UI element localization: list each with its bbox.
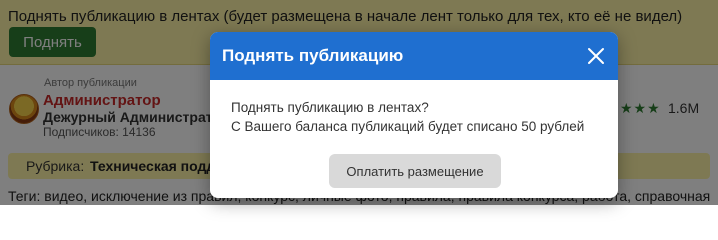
dialog-body: Поднять публикацию в лентах? С Вашего ба… xyxy=(231,98,606,136)
dialog-header: Поднять публикацию xyxy=(210,32,618,80)
raise-publication-dialog: Поднять публикацию Поднять публикацию в … xyxy=(210,32,618,198)
close-icon[interactable] xyxy=(586,46,606,66)
pay-placement-button[interactable]: Оплатить размещение xyxy=(329,154,501,188)
dialog-title: Поднять публикацию xyxy=(222,46,404,65)
dialog-cost-note: С Вашего баланса публикаций будет списан… xyxy=(231,119,585,134)
dialog-question: Поднять публикацию в лентах? xyxy=(231,100,429,115)
